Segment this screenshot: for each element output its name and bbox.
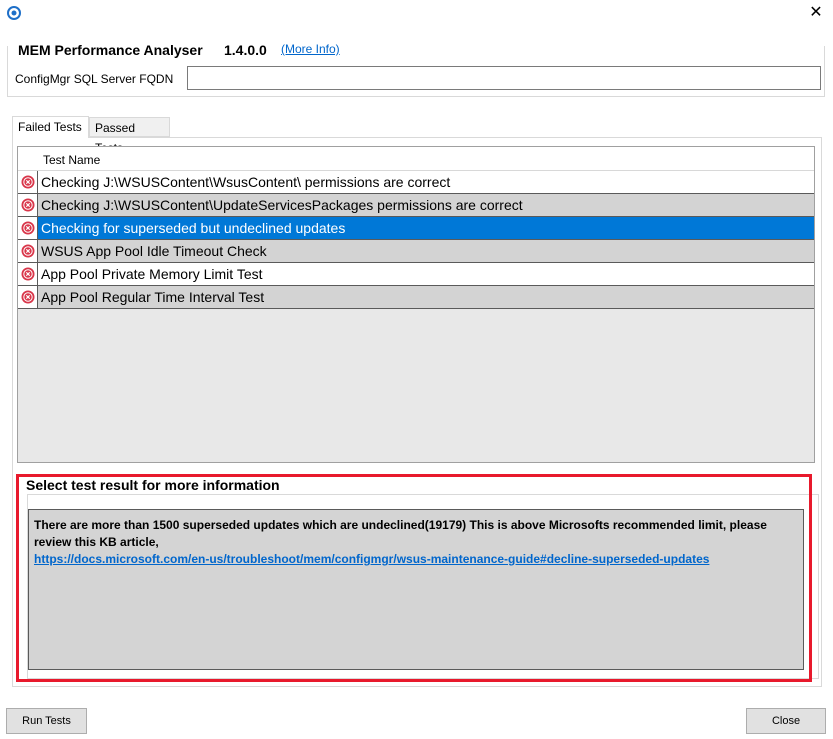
error-icon bbox=[21, 244, 35, 258]
error-icon bbox=[21, 290, 35, 304]
run-tests-button[interactable]: Run Tests bbox=[6, 708, 87, 734]
table-row[interactable]: App Pool Regular Time Interval Test bbox=[18, 286, 814, 309]
app-title: MEM Performance Analyser bbox=[18, 42, 206, 58]
row-header bbox=[18, 263, 38, 285]
test-name-cell[interactable]: Checking for superseded but undeclined u… bbox=[39, 217, 345, 239]
kb-article-link[interactable]: https://docs.microsoft.com/en-us/trouble… bbox=[34, 551, 798, 568]
error-icon bbox=[21, 198, 35, 212]
test-name-cell[interactable]: Checking J:\WSUSContent\WsusContent\ per… bbox=[39, 171, 450, 193]
row-header bbox=[18, 217, 38, 239]
tab-failed-tests[interactable]: Failed Tests bbox=[12, 116, 89, 138]
test-name-cell[interactable]: App Pool Private Memory Limit Test bbox=[39, 263, 263, 285]
row-header bbox=[18, 171, 38, 193]
tab-passed-tests[interactable]: Passed Tests bbox=[89, 117, 170, 155]
test-name-cell[interactable]: WSUS App Pool Idle Timeout Check bbox=[39, 240, 267, 262]
table-row[interactable]: App Pool Private Memory Limit Test bbox=[18, 263, 814, 286]
table-row[interactable]: Checking J:\WSUSContent\WsusContent\ per… bbox=[18, 171, 814, 194]
grid-header bbox=[18, 147, 814, 171]
error-icon bbox=[21, 175, 35, 189]
row-header bbox=[18, 194, 38, 216]
test-result-details: There are more than 1500 superseded upda… bbox=[28, 509, 804, 670]
test-name-cell[interactable]: Checking J:\WSUSContent\UpdateServicesPa… bbox=[39, 194, 523, 216]
close-button[interactable]: Close bbox=[746, 708, 826, 734]
row-header bbox=[18, 240, 38, 262]
column-header-test-name[interactable]: Test Name bbox=[43, 153, 100, 167]
result-message: There are more than 1500 superseded upda… bbox=[34, 518, 767, 549]
test-name-cell[interactable]: App Pool Regular Time Interval Test bbox=[39, 286, 264, 308]
more-info-link[interactable]: (More Info) bbox=[281, 42, 340, 56]
table-row[interactable]: Checking J:\WSUSContent\UpdateServicesPa… bbox=[18, 194, 814, 217]
app-icon bbox=[7, 6, 21, 20]
error-icon bbox=[21, 267, 35, 281]
table-row[interactable]: WSUS App Pool Idle Timeout Check bbox=[18, 240, 814, 263]
row-header bbox=[18, 286, 38, 308]
error-icon bbox=[21, 221, 35, 235]
info-group-title: Select test result for more information bbox=[26, 477, 284, 493]
app-version: 1.4.0.0 bbox=[224, 42, 267, 58]
fqdn-label: ConfigMgr SQL Server FQDN bbox=[15, 72, 174, 86]
window-close-button[interactable]: ✕ bbox=[805, 3, 827, 23]
fqdn-input[interactable] bbox=[187, 66, 821, 90]
table-row-selected[interactable]: Checking for superseded but undeclined u… bbox=[18, 217, 814, 240]
